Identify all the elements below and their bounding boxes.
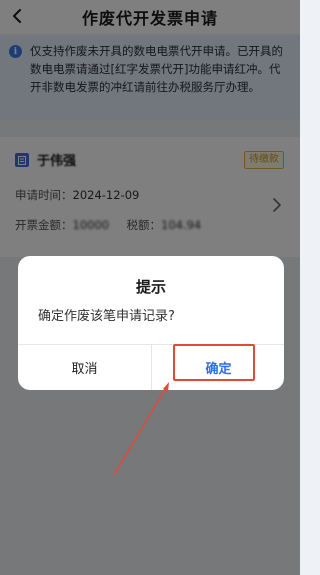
dialog-title: 提示: [135, 278, 166, 296]
highlight-box: [173, 344, 255, 381]
page: 作废代开发票申请 i 仅支持作废未开具的数电电票代开申请。已开具的数电电票请通过…: [0, 0, 300, 575]
dialog-message: 确定作废该笔申请记录?: [38, 309, 175, 324]
cancel-button[interactable]: 取消: [18, 345, 151, 390]
